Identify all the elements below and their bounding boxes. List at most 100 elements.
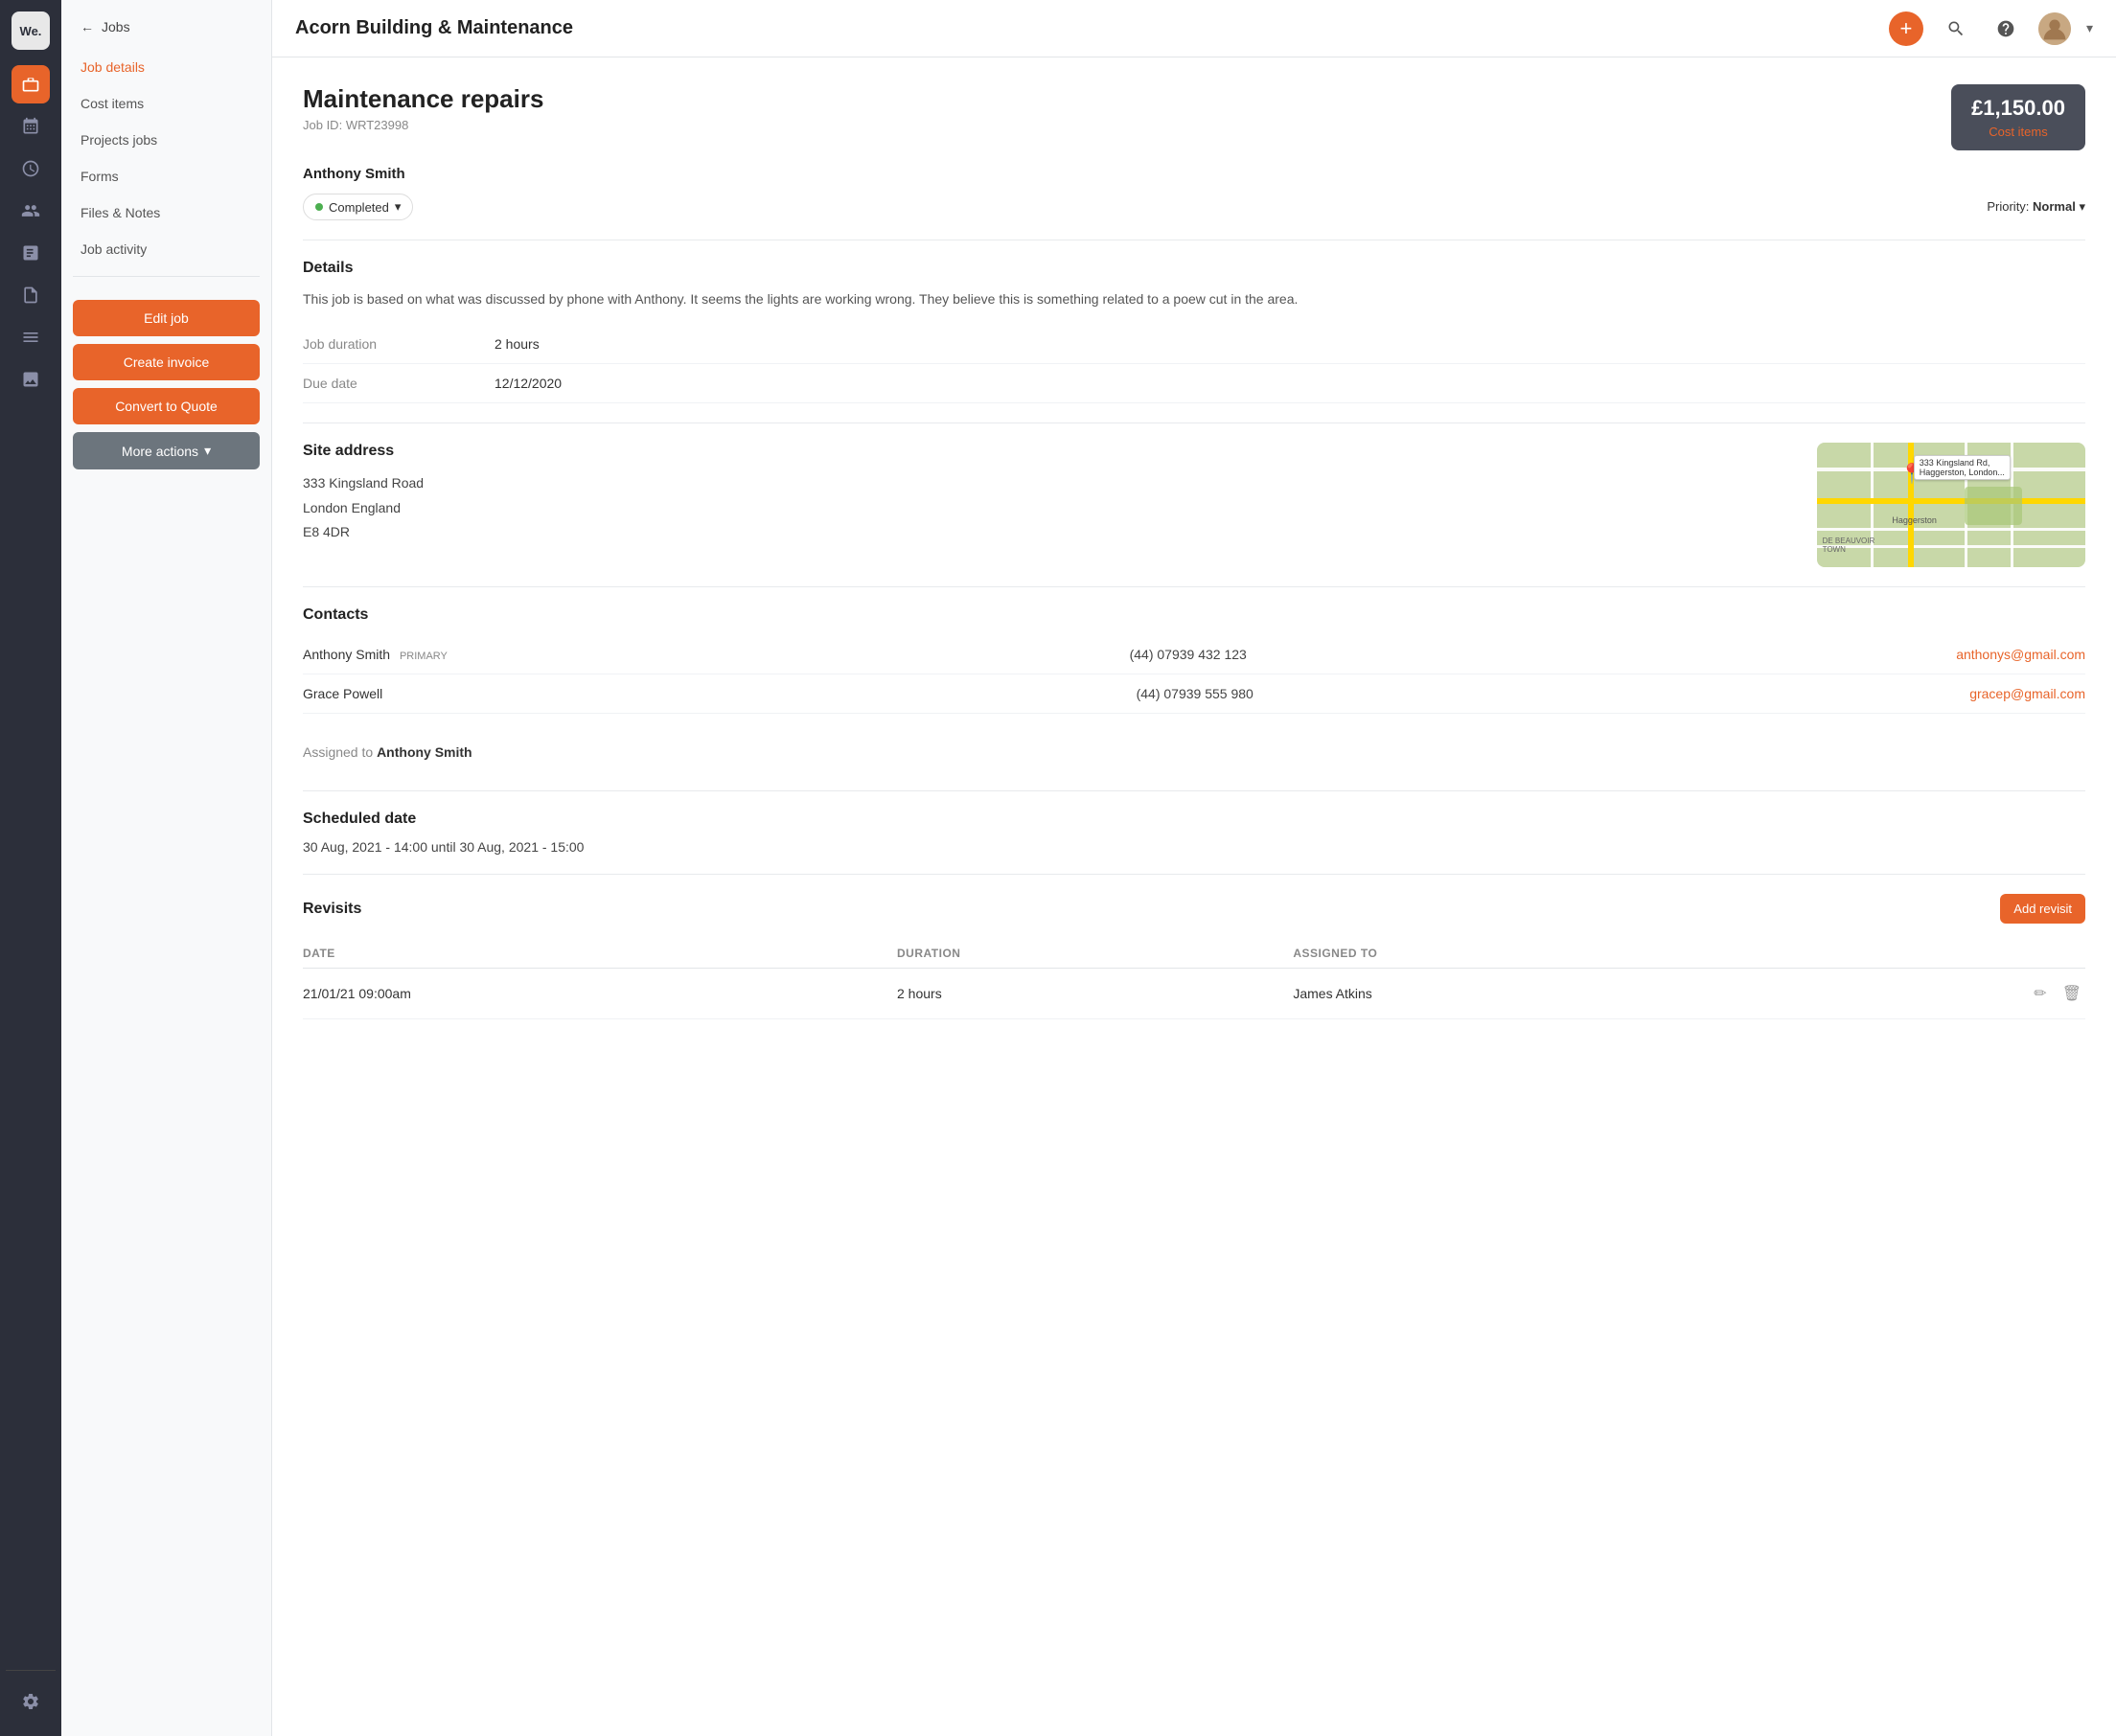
- cost-box: £1,150.00 Cost items: [1951, 84, 2085, 150]
- nav-icon-document[interactable]: [12, 276, 50, 314]
- details-title: Details: [303, 260, 2085, 277]
- address-line3: E8 4DR: [303, 520, 1786, 544]
- back-arrow-icon: ←: [80, 19, 94, 34]
- status-badge[interactable]: Completed ▾: [303, 194, 413, 220]
- topbar: Acorn Building & Maintenance + ▾: [272, 0, 2116, 57]
- job-description: This job is based on what was discussed …: [303, 288, 2085, 309]
- sidebar-divider: [73, 276, 260, 277]
- job-title: Maintenance repairs: [303, 84, 543, 114]
- search-button[interactable]: [1939, 11, 1973, 46]
- address-line2: London England: [303, 496, 1786, 520]
- revisit-edit-button-0[interactable]: ✏: [2030, 982, 2050, 1005]
- status-row: Completed ▾ Priority: Normal ▾: [303, 194, 2085, 220]
- assigned-row: Assigned to Anthony Smith: [303, 733, 2085, 771]
- chevron-down-icon: ▾: [204, 443, 211, 459]
- sidebar-item-projects-jobs[interactable]: Projects jobs: [69, 123, 264, 157]
- sidebar: ← Jobs Job details Cost items Projects j…: [61, 0, 272, 1736]
- map-label: 333 Kingsland Rd,Haggerston, London...: [1914, 455, 2011, 480]
- sidebar-item-cost-items[interactable]: Cost items: [69, 86, 264, 121]
- assigned-to-name: Anthony Smith: [377, 744, 472, 760]
- sidebar-back-label: Jobs: [102, 19, 130, 34]
- th-assigned-to: ASSIGNED TO: [1293, 947, 1887, 960]
- nav-icon-briefcase[interactable]: [12, 65, 50, 103]
- contact-primary-badge-0: PRIMARY: [400, 651, 448, 662]
- convert-to-quote-button[interactable]: Convert to Quote: [73, 388, 260, 424]
- contact-row-0: Anthony Smith PRIMARY (44) 07939 432 123…: [303, 635, 2085, 674]
- due-date-value: 12/12/2020: [494, 376, 562, 391]
- revisit-actions-0: ✏ 🗑: [1887, 982, 2085, 1005]
- th-actions: [1887, 947, 2085, 960]
- priority-value: Normal: [2033, 199, 2076, 214]
- status-label: Completed: [329, 200, 389, 215]
- cost-items-link[interactable]: Cost items: [1970, 125, 2066, 139]
- job-id: Job ID: WRT23998: [303, 118, 543, 132]
- contact-email-1[interactable]: gracep@gmail.com: [1969, 686, 2085, 701]
- add-revisit-button[interactable]: Add revisit: [2000, 894, 2085, 924]
- sidebar-back-button[interactable]: ← Jobs: [61, 0, 271, 50]
- revisit-date-0: 21/01/21 09:00am: [303, 986, 897, 1001]
- nav-icon-calendar[interactable]: [12, 107, 50, 146]
- job-header: Maintenance repairs Job ID: WRT23998 £1,…: [303, 84, 2085, 150]
- sidebar-item-files-notes[interactable]: Files & Notes: [69, 195, 264, 230]
- app-logo: We.: [12, 11, 50, 50]
- create-invoice-button[interactable]: Create invoice: [73, 344, 260, 380]
- help-button[interactable]: [1989, 11, 2023, 46]
- due-date-label: Due date: [303, 376, 494, 391]
- contacts-title: Contacts: [303, 606, 2085, 624]
- scheduled-title: Scheduled date: [303, 811, 2085, 828]
- divider-5: [303, 874, 2085, 875]
- status-chevron-icon: ▾: [395, 199, 402, 215]
- site-section: Site address 333 Kingsland Road London E…: [303, 443, 2085, 567]
- job-duration-value: 2 hours: [494, 336, 540, 352]
- content-area: Maintenance repairs Job ID: WRT23998 £1,…: [272, 57, 2116, 1736]
- site-address-title: Site address: [303, 443, 1786, 460]
- user-menu-chevron[interactable]: ▾: [2086, 20, 2093, 36]
- nav-icon-menu[interactable]: [12, 318, 50, 356]
- revisit-delete-button-0[interactable]: 🗑: [2058, 982, 2085, 1005]
- sidebar-item-job-details[interactable]: Job details: [69, 50, 264, 84]
- contact-email-0[interactable]: anthonys@gmail.com: [1956, 647, 2085, 662]
- revisits-title: Revisits: [303, 901, 361, 918]
- divider-3: [303, 586, 2085, 587]
- address-line1: 333 Kingsland Road: [303, 471, 1786, 495]
- edit-job-button[interactable]: Edit job: [73, 300, 260, 336]
- priority-label: Priority: Normal ▾: [1987, 199, 2085, 215]
- priority-chevron-icon[interactable]: ▾: [2079, 199, 2085, 214]
- more-actions-button[interactable]: More actions ▾: [73, 432, 260, 469]
- revisits-table-header: DATE DURATION ASSIGNED TO: [303, 939, 2085, 969]
- sidebar-nav: Job details Cost items Projects jobs For…: [61, 50, 271, 268]
- main: Acorn Building & Maintenance + ▾: [272, 0, 2116, 1736]
- plus-icon: +: [1900, 16, 1913, 41]
- job-duration-label: Job duration: [303, 336, 494, 352]
- add-button[interactable]: +: [1889, 11, 1923, 46]
- contacts-section: Contacts Anthony Smith PRIMARY (44) 0793…: [303, 606, 2085, 714]
- job-duration-row: Job duration 2 hours: [303, 325, 2085, 364]
- nav-icon-reports[interactable]: [12, 234, 50, 272]
- job-client-name: Anthony Smith: [303, 166, 2085, 182]
- contact-phone-0: (44) 07939 432 123: [1130, 647, 1957, 662]
- address-text: 333 Kingsland Road London England E8 4DR: [303, 471, 1786, 544]
- scheduled-section: Scheduled date 30 Aug, 2021 - 14:00 unti…: [303, 811, 2085, 855]
- site-address: Site address 333 Kingsland Road London E…: [303, 443, 1786, 567]
- th-duration: DURATION: [897, 947, 1293, 960]
- assigned-label: Assigned to: [303, 744, 373, 760]
- job-id-label: Job ID:: [303, 118, 342, 132]
- status-dot: [315, 203, 323, 211]
- job-id-value: WRT23998: [346, 118, 409, 132]
- cost-amount: £1,150.00: [1970, 96, 2066, 121]
- sidebar-item-forms[interactable]: Forms: [69, 159, 264, 194]
- due-date-row: Due date 12/12/2020: [303, 364, 2085, 403]
- revisit-assigned-0: James Atkins: [1293, 986, 1887, 1001]
- nav-icon-settings[interactable]: [12, 1682, 50, 1721]
- user-avatar[interactable]: [2038, 12, 2071, 45]
- more-actions-label: More actions: [122, 444, 198, 459]
- nav-icon-clock[interactable]: [12, 149, 50, 188]
- map-container[interactable]: 📍 333 Kingsland Rd,Haggerston, London...…: [1817, 443, 2085, 567]
- sidebar-item-job-activity[interactable]: Job activity: [69, 232, 264, 266]
- nav-icon-users[interactable]: [12, 192, 50, 230]
- nav-icon-gallery[interactable]: [12, 360, 50, 399]
- map-bg: 📍 333 Kingsland Rd,Haggerston, London...…: [1817, 443, 2085, 567]
- sidebar-actions: Edit job Create invoice Convert to Quote…: [61, 285, 271, 485]
- icon-bar: We.: [0, 0, 61, 1736]
- revisit-duration-0: 2 hours: [897, 986, 1293, 1001]
